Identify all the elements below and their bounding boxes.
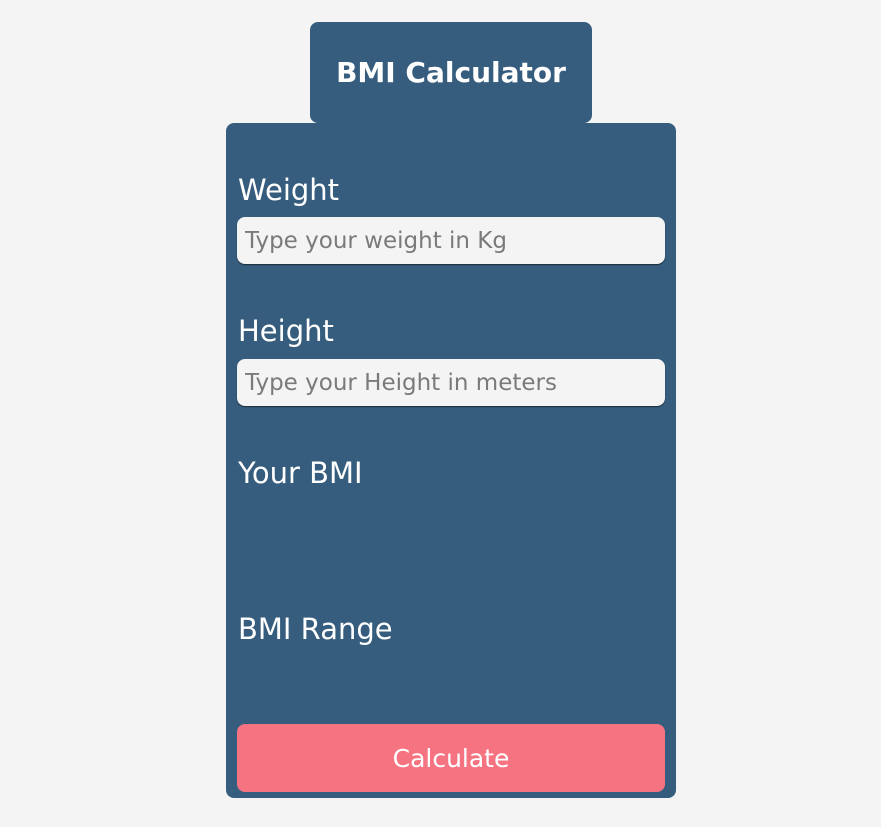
calculate-button[interactable]: Calculate [237, 724, 665, 792]
bmi-range-label: BMI Range [238, 612, 393, 646]
app-title: BMI Calculator [310, 22, 592, 123]
bmi-label: Your BMI [238, 456, 363, 490]
weight-input[interactable] [237, 217, 665, 264]
weight-label: Weight [238, 173, 340, 207]
height-input[interactable] [237, 359, 665, 406]
calculator-panel: Weight Height Your BMI BMI Range Calcula… [226, 123, 676, 798]
height-label: Height [238, 314, 334, 348]
